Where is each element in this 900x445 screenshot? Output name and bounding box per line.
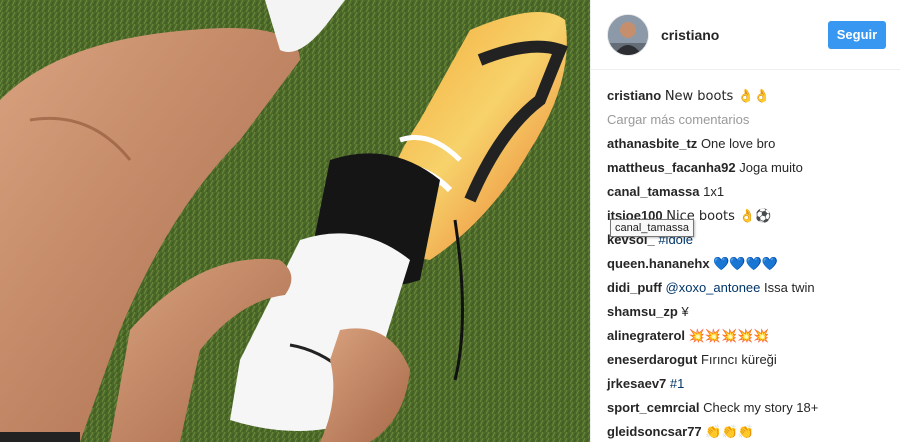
comments-list: cristiano New boots 👌👌 Cargar más coment… — [607, 84, 890, 444]
comment-username[interactable]: athanasbite_tz — [607, 136, 697, 151]
comment-text: 💥💥💥💥💥 — [688, 329, 770, 344]
comment-username[interactable]: didi_puff — [607, 280, 662, 295]
caption-username[interactable]: cristiano — [607, 88, 661, 103]
comment-username[interactable]: eneserdarogut — [607, 352, 697, 367]
comment-row: canal_tamassa 1x1 — [607, 180, 890, 204]
comment-row: eneserdarogut Fırıncı küreği — [607, 348, 890, 372]
comment-username[interactable]: queen.hananehx — [607, 256, 710, 271]
mention-link[interactable]: @xoxo_antonee — [666, 280, 761, 295]
comment-text: Joga muito — [739, 160, 803, 175]
load-more-comments-link[interactable]: Cargar más comentarios — [607, 108, 890, 132]
comment-username[interactable]: shamsu_zp — [607, 304, 678, 319]
comment-row: queen.hananehx 💙💙💙💙 — [607, 252, 890, 276]
comment-username[interactable]: jrkesaev7 — [607, 376, 666, 391]
comment-row: athanasbite_tz One love bro — [607, 132, 890, 156]
caption: cristiano New boots 👌👌 — [607, 84, 890, 108]
comment-text: ¥ — [681, 304, 689, 319]
comment-username[interactable]: gleidsoncsar77 — [607, 424, 702, 439]
username-tooltip: canal_tamassa — [610, 219, 694, 237]
comment-text: Check my story 18+ — [703, 400, 819, 415]
comment-username[interactable]: canal_tamassa — [607, 184, 700, 199]
header-username[interactable]: cristiano — [661, 27, 828, 43]
post-header: cristiano Seguir — [591, 0, 900, 70]
comment-row: jrkesaev7 #1 — [607, 372, 890, 396]
boots-photo-illustration — [0, 0, 590, 442]
follow-button[interactable]: Seguir — [828, 20, 886, 49]
comment-row: didi_puff @xoxo_antonee Issa twin — [607, 276, 890, 300]
comment-text: 💙💙💙💙 — [713, 257, 778, 272]
comment-text: 1x1 — [703, 184, 725, 199]
comment-username[interactable]: alinegraterol — [607, 328, 685, 343]
avatar-image — [608, 14, 648, 55]
comment-text: Fırıncı küreği — [700, 352, 777, 367]
avatar[interactable] — [607, 13, 649, 56]
hashtag-link[interactable]: #1 — [670, 376, 684, 391]
comment-username[interactable]: mattheus_facanha92 — [607, 160, 736, 175]
caption-text: New boots 👌👌 — [664, 89, 770, 104]
comment-row: gleidsoncsar77 👏👏👏 — [607, 420, 890, 444]
comment-text: Issa twin — [764, 280, 815, 295]
post-photo[interactable] — [0, 0, 590, 442]
comment-row: mattheus_facanha92 Joga muito — [607, 156, 890, 180]
comment-username[interactable]: sport_cemrcial — [607, 400, 700, 415]
comment-text: 👏👏👏 — [705, 425, 754, 440]
comment-row: alinegraterol 💥💥💥💥💥 — [607, 324, 890, 348]
comment-row: shamsu_zp ¥ — [607, 300, 890, 324]
comment-row: sport_cemrcial Check my story 18+ — [607, 396, 890, 420]
comment-text: One love bro — [700, 136, 776, 151]
instagram-post: cristiano Seguir cristiano New boots 👌👌 … — [0, 0, 900, 442]
